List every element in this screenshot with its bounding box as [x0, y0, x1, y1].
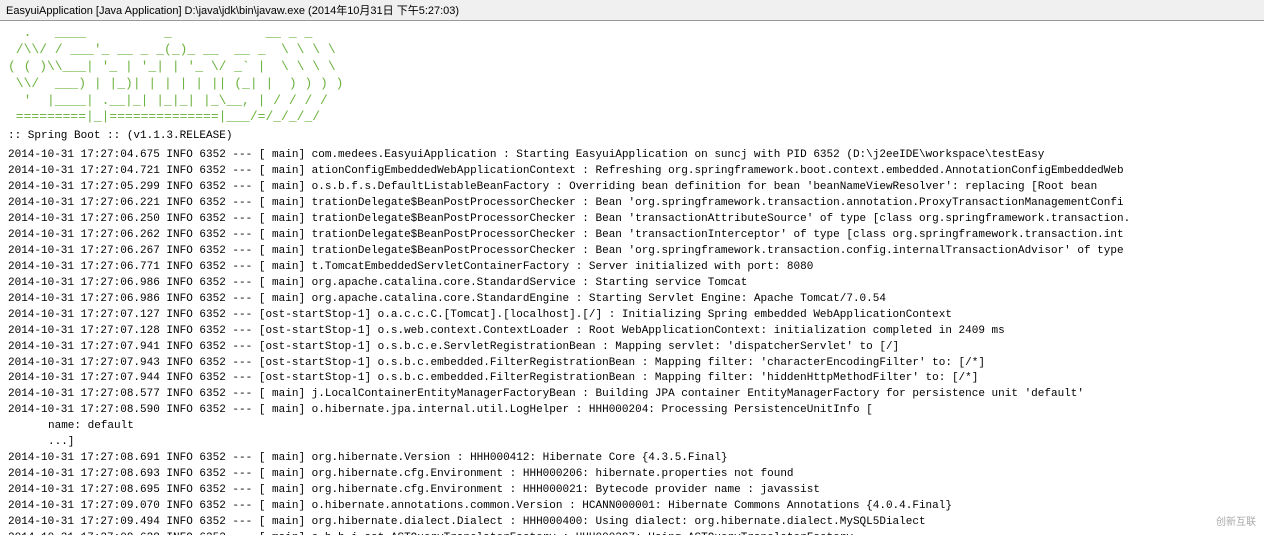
spring-logo: . ____ _ __ _ _ /\\/ / ___'_ __ _ _(_)_ …: [8, 25, 1256, 126]
log-line: 2014-10-31 17:27:06.250 INFO 6352 --- [ …: [8, 212, 1256, 228]
logo-line2: /\\/ / ___'_ __ _ _(_)_ __ __ _ \ \ \ \: [8, 42, 1256, 59]
log-line: 2014-10-31 17:27:07.127 INFO 6352 --- [o…: [8, 308, 1256, 324]
tagline-text: :: Spring Boot :: (v1.1.3.RELEASE): [8, 130, 232, 142]
logo-line4: \\/ ___) | |_)| | | | | || (_| | ) ) ) ): [8, 76, 1256, 93]
console-area: . ____ _ __ _ _ /\\/ / ___'_ __ _ _(_)_ …: [0, 21, 1264, 535]
log-line: 2014-10-31 17:27:08.695 INFO 6352 --- [ …: [8, 483, 1256, 499]
log-line: 2014-10-31 17:27:06.267 INFO 6352 --- [ …: [8, 244, 1256, 260]
log-line: 2014-10-31 17:27:06.771 INFO 6352 --- [ …: [8, 260, 1256, 276]
title-text: EasyuiApplication [Java Application] D:\…: [6, 5, 459, 17]
log-line: 2014-10-31 17:27:07.941 INFO 6352 --- [o…: [8, 340, 1256, 356]
logo-line3: ( ( )\\___| '_ | '_| | '_ \/ _` | \ \ \ …: [8, 59, 1256, 76]
log-line: 2014-10-31 17:27:09.070 INFO 6352 --- [ …: [8, 499, 1256, 515]
log-line: name: default: [8, 419, 1256, 435]
log-line: 2014-10-31 17:27:06.221 INFO 6352 --- [ …: [8, 196, 1256, 212]
log-line: 2014-10-31 17:27:06.262 INFO 6352 --- [ …: [8, 228, 1256, 244]
log-line: 2014-10-31 17:27:08.691 INFO 6352 --- [ …: [8, 451, 1256, 467]
log-line: 2014-10-31 17:27:04.675 INFO 6352 --- [ …: [8, 148, 1256, 164]
log-line: 2014-10-31 17:27:07.943 INFO 6352 --- [o…: [8, 356, 1256, 372]
watermark: 创新互联: [1216, 513, 1256, 528]
log-line: 2014-10-31 17:27:08.693 INFO 6352 --- [ …: [8, 467, 1256, 483]
logo-line6: =========|_|==============|___/=/_/_/_/: [8, 109, 1256, 126]
log-line: 2014-10-31 17:27:09.628 INFO 6352 --- [ …: [8, 531, 1256, 535]
logo-line1: . ____ _ __ _ _: [8, 25, 1256, 42]
log-line: 2014-10-31 17:27:06.986 INFO 6352 --- [ …: [8, 292, 1256, 308]
spring-tagline: :: Spring Boot :: (v1.1.3.RELEASE): [8, 130, 1256, 142]
title-bar: EasyuiApplication [Java Application] D:\…: [0, 0, 1264, 21]
log-line: ...]: [8, 435, 1256, 451]
log-container: 2014-10-31 17:27:04.675 INFO 6352 --- [ …: [8, 148, 1256, 535]
logo-line5: ' |____| .__|_| |_|_| |_\__, | / / / /: [8, 93, 1256, 110]
log-line: 2014-10-31 17:27:05.299 INFO 6352 --- [ …: [8, 180, 1256, 196]
log-line: 2014-10-31 17:27:06.986 INFO 6352 --- [ …: [8, 276, 1256, 292]
log-line: 2014-10-31 17:27:08.577 INFO 6352 --- [ …: [8, 387, 1256, 403]
log-line: 2014-10-31 17:27:09.494 INFO 6352 --- [ …: [8, 515, 1256, 531]
log-line: 2014-10-31 17:27:07.128 INFO 6352 --- [o…: [8, 324, 1256, 340]
log-line: 2014-10-31 17:27:08.590 INFO 6352 --- [ …: [8, 403, 1256, 419]
log-line: 2014-10-31 17:27:04.721 INFO 6352 --- [ …: [8, 164, 1256, 180]
log-line: 2014-10-31 17:27:07.944 INFO 6352 --- [o…: [8, 371, 1256, 387]
